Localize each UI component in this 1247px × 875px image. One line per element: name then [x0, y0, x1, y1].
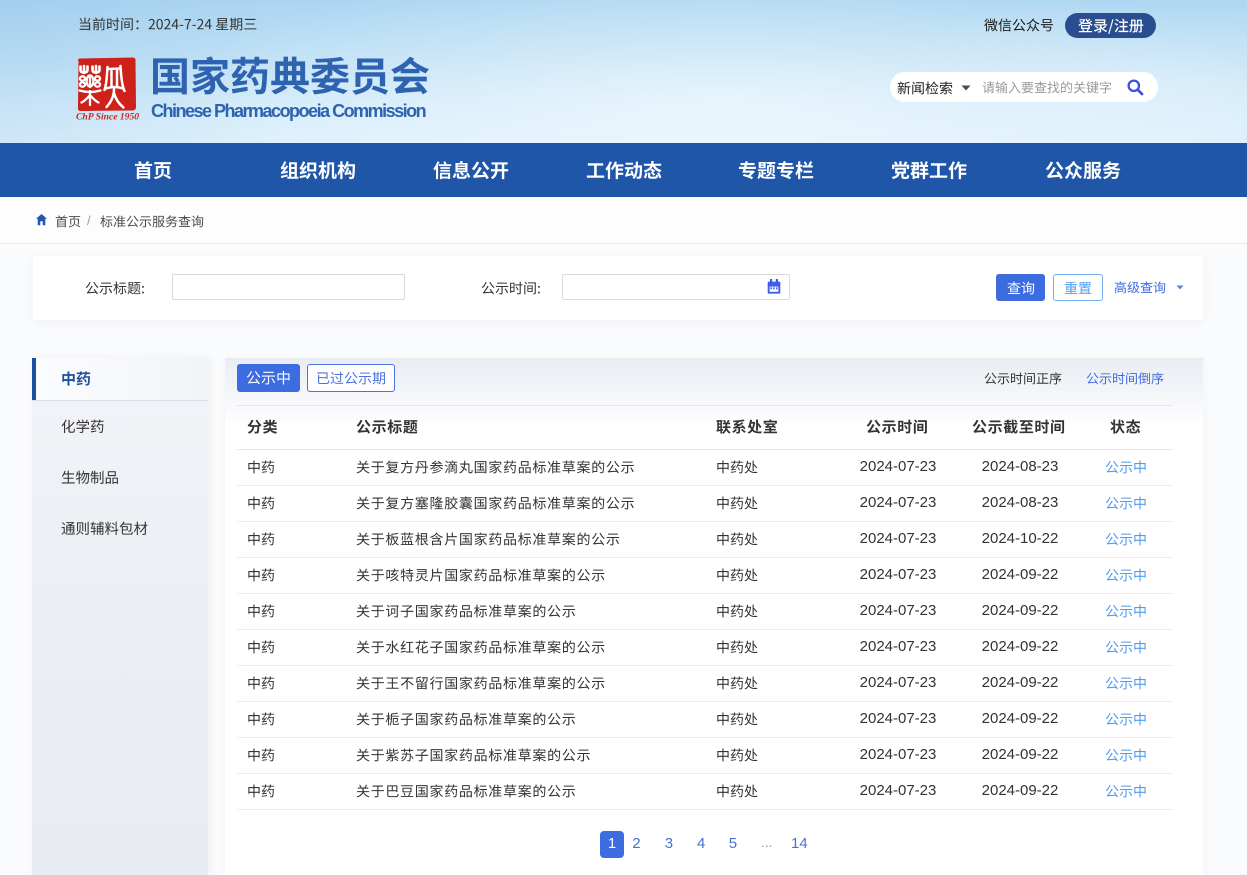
svg-text:ChP Since 1950: ChP Since 1950 — [76, 112, 139, 123]
